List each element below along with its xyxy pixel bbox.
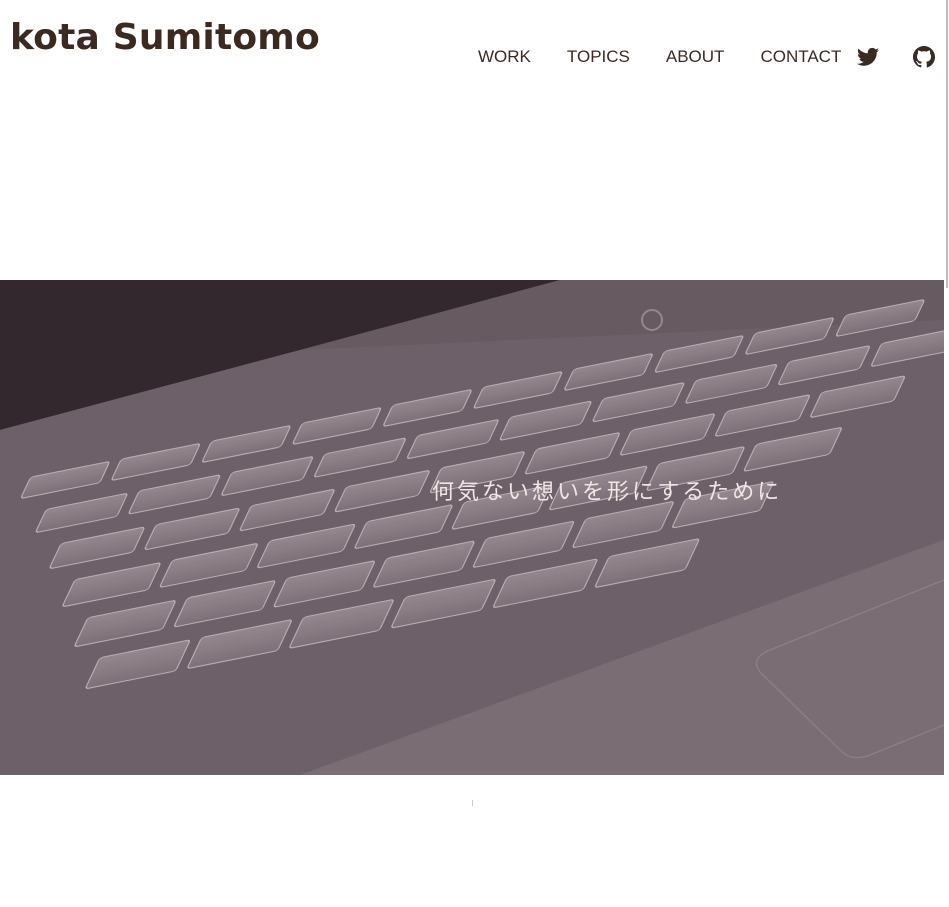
nav-contact[interactable]: CONTACT bbox=[760, 44, 841, 70]
site-header: kota Sumitomo WORK TOPICS ABOUT CONTACT bbox=[0, 0, 944, 90]
hero-tagline: 何気ない想いを形にするために bbox=[432, 480, 783, 505]
github-icon bbox=[913, 46, 935, 68]
site-title[interactable]: kota Sumitomo bbox=[10, 15, 320, 61]
nav-work[interactable]: WORK bbox=[478, 44, 531, 70]
nav-topics[interactable]: TOPICS bbox=[567, 44, 630, 70]
hero-overlay bbox=[0, 280, 944, 775]
page: kota Sumitomo WORK TOPICS ABOUT CONTACT bbox=[0, 0, 949, 907]
twitter-icon bbox=[857, 47, 879, 66]
twitter-link[interactable] bbox=[857, 45, 879, 69]
scrollbar-thumb[interactable] bbox=[946, 0, 948, 288]
scroll-indicator bbox=[472, 800, 473, 806]
github-link[interactable] bbox=[913, 45, 935, 69]
main-nav: WORK TOPICS ABOUT CONTACT bbox=[478, 44, 841, 70]
hero-banner: 何気ない想いを形にするために bbox=[0, 280, 944, 775]
scrollbar[interactable] bbox=[944, 0, 949, 907]
nav-about[interactable]: ABOUT bbox=[666, 44, 725, 70]
